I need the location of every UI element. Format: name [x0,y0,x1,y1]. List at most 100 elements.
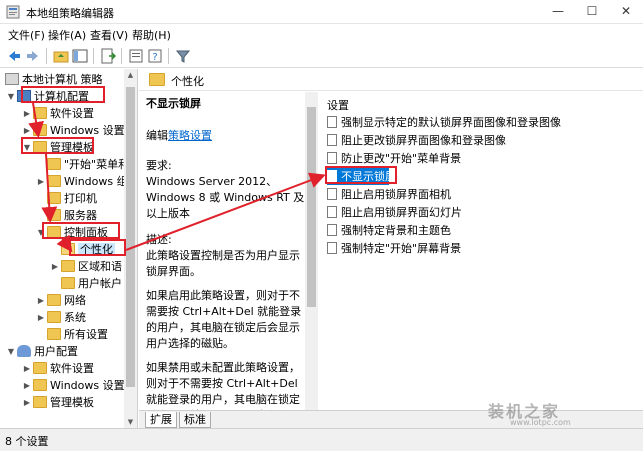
highlight-box-admin-templates [21,137,94,154]
highlight-box-control-panel [42,222,120,239]
menu-help[interactable]: 帮助(H) [132,27,171,43]
list-item[interactable]: 阻止更改锁屏界面图像和登录图像 [327,132,506,149]
collapse-icon[interactable]: ▼ [6,343,16,360]
folder-icon [47,192,61,204]
menu-bar: 文件(F) 操作(A) 查看(V) 帮助(H) [0,24,643,44]
tree-item-user-admin[interactable]: ▶ 管理模板 [22,394,94,411]
description-pane: 不显示锁屏 编辑策略设置 要求: Windows Server 2012、Win… [139,92,315,410]
close-button[interactable]: ✕ [609,0,643,24]
policy-setting-icon [327,188,337,200]
tab-standard[interactable]: 标准 [179,412,211,428]
tree-item-system[interactable]: ▶ 系统 [36,309,86,326]
policy-title: 不显示锁屏 [146,97,201,110]
content-header-title: 个性化 [171,75,204,88]
folder-icon [47,175,61,187]
watermark-url: www.lotpc.com [510,418,571,427]
policy-setting-icon [327,116,337,128]
tree-item-user-software[interactable]: ▶ 软件设置 [22,360,94,377]
expand-icon[interactable]: ▶ [36,309,46,326]
show-hide-tree-icon[interactable] [72,48,88,64]
disabled-text: 如果禁用或未配置此策略设置，则对于不需要按 Ctrl+Alt+Del 就能登录的… [146,361,300,410]
tree-item-network[interactable]: ▶ 网络 [36,292,86,309]
settings-list: 设置 强制显示特定的默认锁屏界面图像和登录图像 阻止更改锁屏界面图像和登录图像 … [319,92,643,410]
tree-item-software-settings[interactable]: ▶ 软件设置 [22,105,94,122]
requirements-text: Windows Server 2012、Windows 8 或 Windows … [146,175,305,220]
policy-icon [5,73,19,85]
list-item[interactable]: 强制显示特定的默认锁屏界面图像和登录图像 [327,114,561,131]
folder-icon [61,260,75,272]
highlight-box-personalization [69,239,126,256]
help-icon[interactable]: ? [147,48,163,64]
menu-file[interactable]: 文件(F) [8,27,45,43]
back-arrow-icon[interactable] [6,48,22,64]
list-item[interactable]: 强制特定"开始"屏幕背景 [327,240,461,257]
requirements-label: 要求: [146,159,172,172]
folder-icon [33,396,47,408]
tree-item-user-accounts[interactable]: 用户帐户 [60,275,122,292]
forward-arrow-icon[interactable] [25,48,41,64]
user-icon [17,345,31,357]
folder-icon [33,362,47,374]
policy-editor-icon [6,5,20,19]
expand-icon[interactable]: ▶ [36,173,46,190]
tree-item-region[interactable]: ▶ 区域和语 [50,258,122,275]
expand-icon[interactable]: ▶ [22,105,32,122]
properties-icon[interactable] [128,48,144,64]
tree-item-all-settings[interactable]: 所有设置 [36,326,108,343]
list-item[interactable]: 阻止启用锁屏界面相机 [327,186,451,203]
list-item[interactable]: 强制特定背景和主题色 [327,222,451,239]
window-title: 本地组策略编辑器 [26,7,114,20]
edit-policy-link[interactable]: 策略设置 [168,129,212,142]
toolbar-separator [93,48,94,64]
minimize-button[interactable]: — [541,0,575,24]
menu-view[interactable]: 查看(V) [90,27,128,43]
scroll-down-icon[interactable]: ▼ [124,418,137,426]
toolbar-separator [168,48,169,64]
description-scrollbar[interactable] [305,92,318,410]
scroll-thumb[interactable] [126,87,135,387]
folder-icon [47,294,61,306]
tree-item-start-menu[interactable]: "开始"菜单和 [36,156,129,173]
tree-item-windows-components[interactable]: ▶ Windows 组 [36,173,128,190]
tree-item-user-windows[interactable]: ▶ Windows 设置 [22,377,125,394]
folder-icon [149,73,165,86]
toolbar-separator [46,48,47,64]
folder-icon [61,277,75,289]
highlight-box-setting [325,166,397,184]
list-item[interactable]: 阻止启用锁屏界面幻灯片 [327,204,462,221]
enabled-text: 如果启用此策略设置，则对于不需要按 Ctrl+Alt+Del 就能登录的用户，其… [146,289,302,350]
folder-icon [33,379,47,391]
up-folder-icon[interactable] [53,48,69,64]
edit-line: 编辑策略设置 [146,129,212,142]
menu-action[interactable]: 操作(A) [48,27,86,43]
status-text: 8 个设置 [5,435,49,448]
list-item[interactable]: 防止更改"开始"菜单背景 [327,150,461,167]
tree-item-printers[interactable]: 打印机 [36,190,97,207]
tree-item-user-config[interactable]: ▼ 用户配置 [6,343,78,360]
scroll-thumb[interactable] [307,107,316,307]
maximize-button[interactable]: ☐ [575,0,609,24]
collapse-icon[interactable]: ▼ [6,88,16,105]
export-list-icon[interactable] [100,48,116,64]
expand-icon[interactable]: ▶ [22,360,32,377]
policy-setting-icon [327,206,337,218]
folder-icon [47,158,61,170]
expand-icon[interactable]: ▶ [36,292,46,309]
expand-icon[interactable]: ▶ [22,394,32,411]
status-bar: 8 个设置 [0,428,643,451]
content-header: 个性化 [139,69,643,91]
folder-icon [47,311,61,323]
filter-icon[interactable] [175,48,191,64]
svg-text:?: ? [152,52,157,63]
policy-setting-icon [327,134,337,146]
tab-extended[interactable]: 扩展 [145,412,177,428]
description-text: 此策略设置控制是否为用户显示锁屏界面。 [146,249,300,278]
policy-setting-icon [327,224,337,236]
folder-icon [47,328,61,340]
settings-column-header[interactable]: 设置 [327,97,349,113]
title-bar: 本地组策略编辑器 — ☐ ✕ [0,0,643,24]
expand-icon[interactable]: ▶ [22,377,32,394]
scroll-up-icon[interactable]: ▲ [124,71,137,79]
expand-icon[interactable]: ▶ [50,258,60,275]
folder-icon [33,124,47,136]
